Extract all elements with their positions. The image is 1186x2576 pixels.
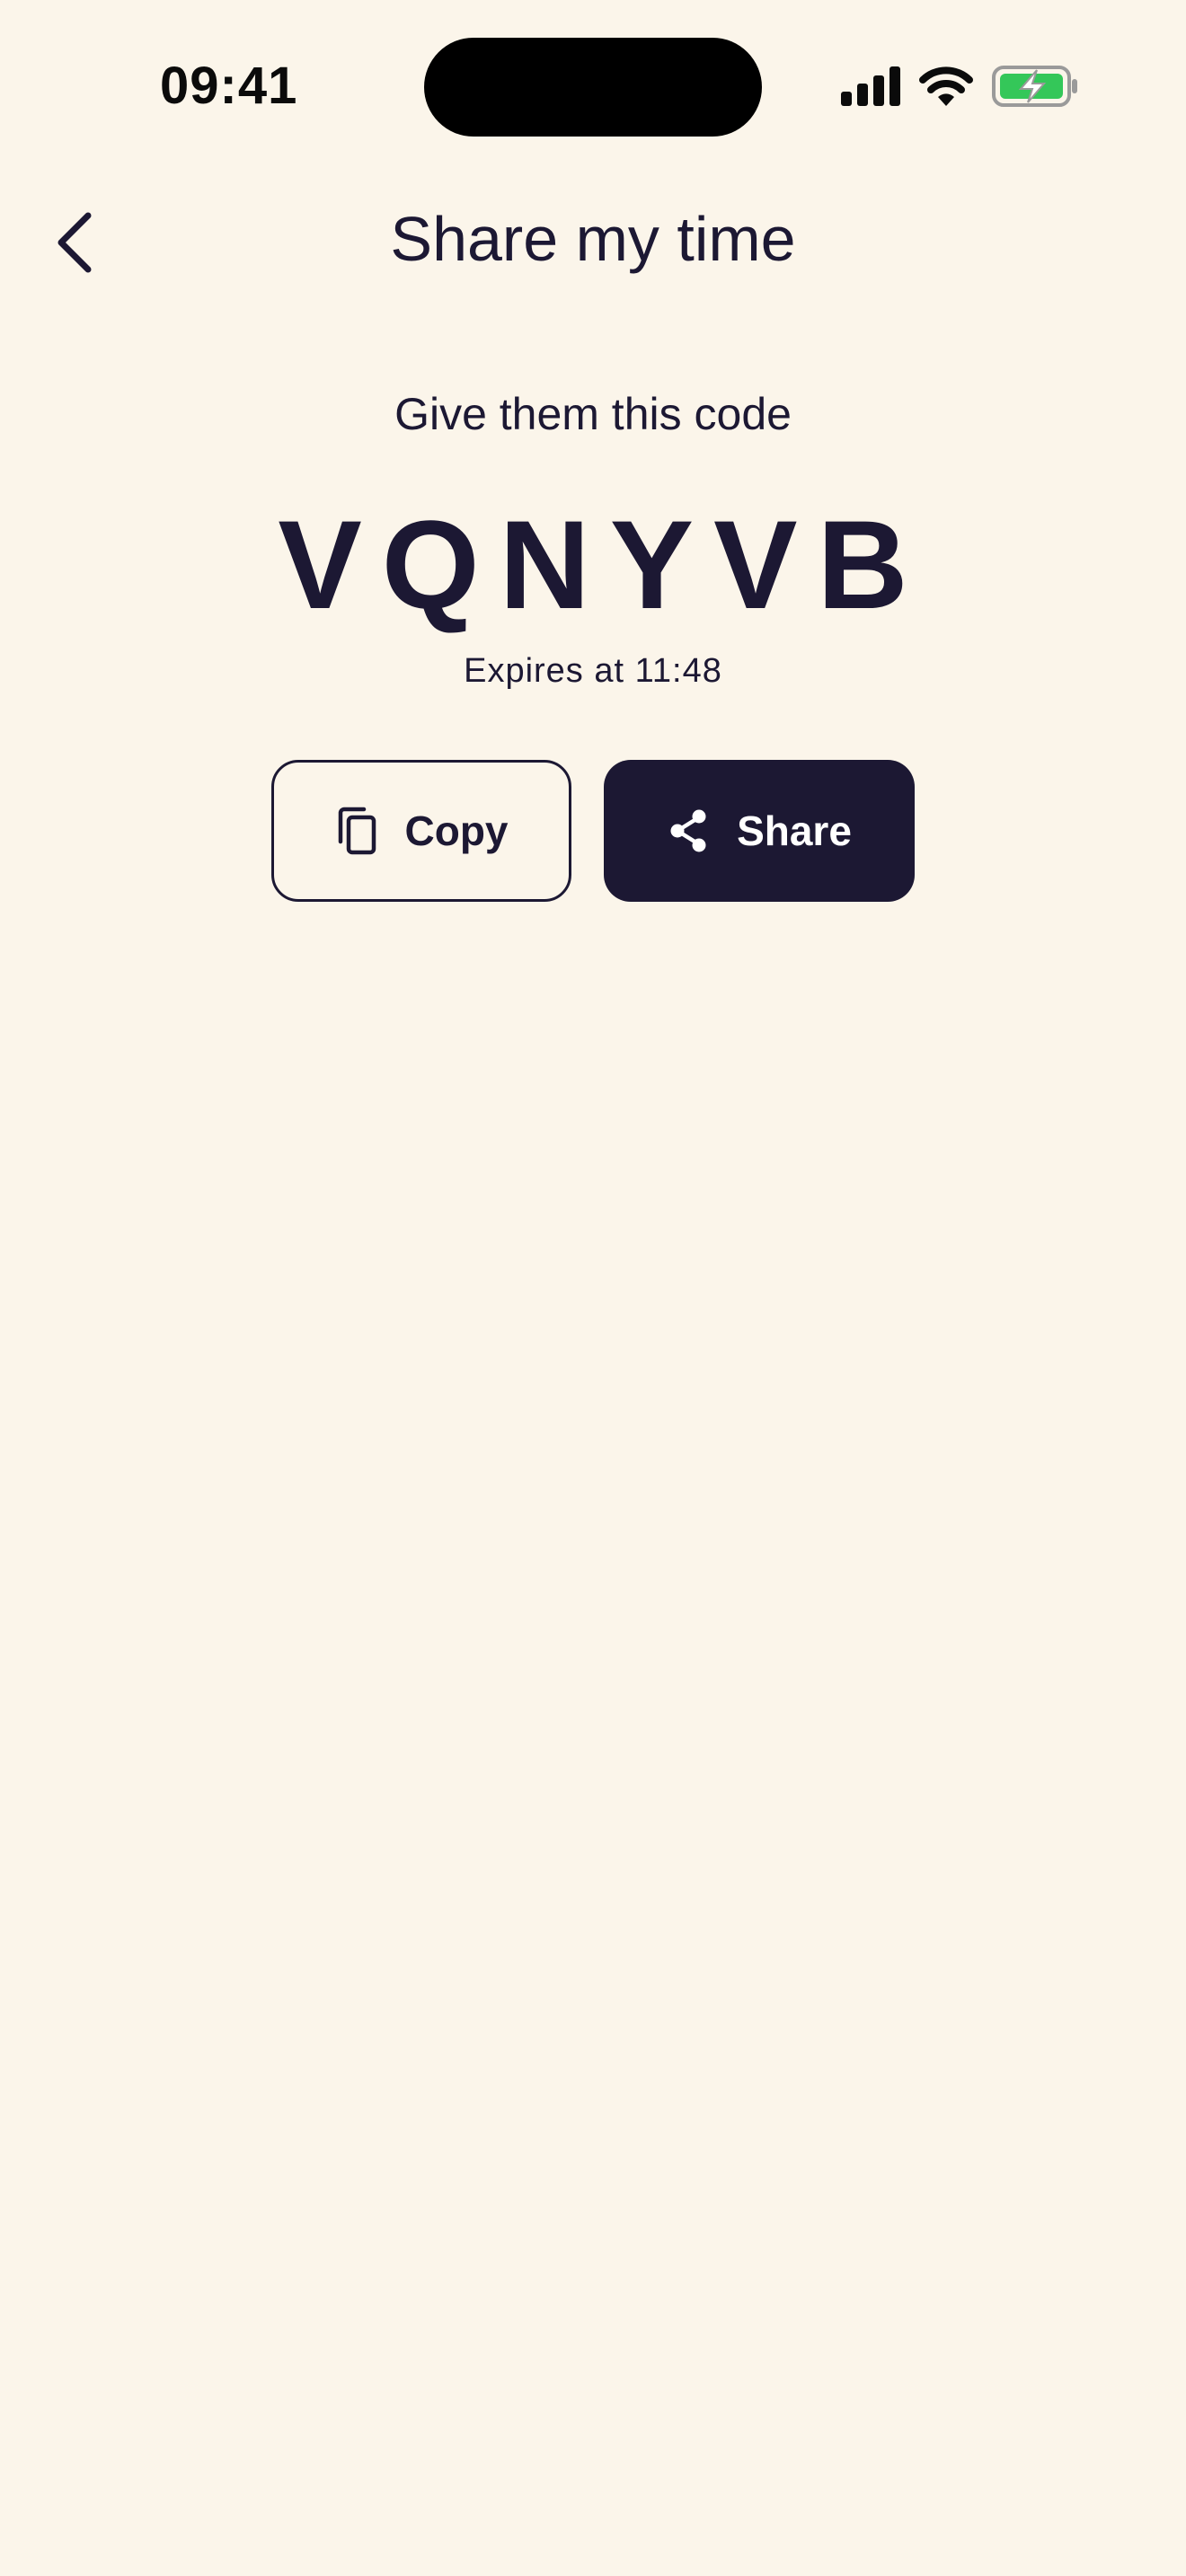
page-title: Share my time [390,204,796,274]
expiry-text: Expires at 11:48 [464,652,722,690]
share-button-label: Share [737,807,852,854]
copy-button-label: Copy [404,807,509,854]
cellular-signal-icon [841,66,900,106]
battery-charging-icon [992,66,1077,107]
wifi-icon [919,66,973,106]
code-heading: Give them this code [394,389,792,439]
status-time: 09:41 [160,57,298,115]
share-button[interactable]: Share [604,760,915,902]
share-code: VQNYVB [278,494,928,635]
copy-icon [335,806,378,856]
copy-button[interactable]: Copy [271,760,571,902]
share-icon [667,806,710,856]
dynamic-island [424,38,762,137]
status-bar: 09:41 [0,0,1186,171]
